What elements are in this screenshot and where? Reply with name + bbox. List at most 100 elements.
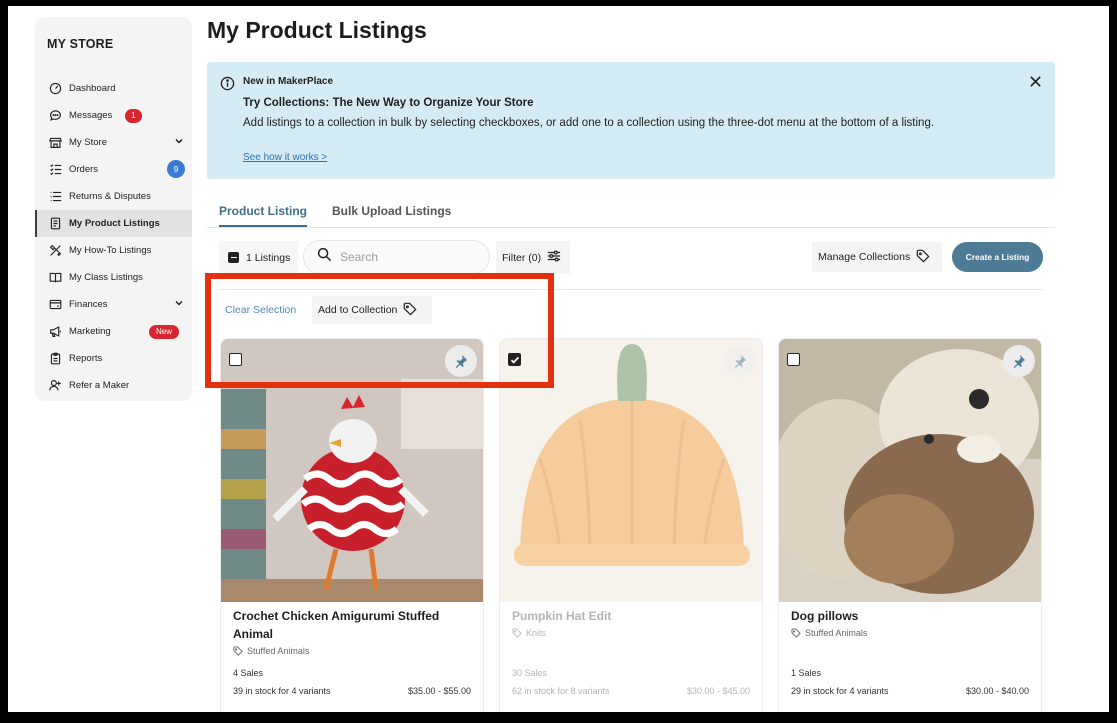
book-icon	[48, 271, 62, 285]
listing-category-label: Stuffed Animals	[805, 628, 868, 638]
tag-icon	[233, 646, 243, 656]
sliders-icon	[541, 249, 561, 266]
listing-toolbar: 1 Listings Filter (0) Manage Collections…	[219, 240, 1043, 290]
sidebar-item-dashboard[interactable]: Dashboard	[35, 75, 192, 102]
listing-checkbox[interactable]	[229, 353, 242, 366]
sidebar-item-label: Orders	[69, 164, 99, 175]
sidebar-item-label: My Product Listings	[69, 218, 160, 229]
marketing-new-badge: New	[149, 324, 179, 339]
tag-icon	[791, 628, 801, 638]
sidebar-item-messages[interactable]: Messages 1	[35, 102, 192, 129]
chevron-down-icon	[174, 298, 184, 311]
listing-category: Stuffed Animals	[233, 646, 309, 656]
sidebar-item-finances[interactable]: Finances	[35, 291, 192, 318]
megaphone-icon	[48, 325, 62, 339]
search-input[interactable]	[340, 250, 470, 264]
tag-icon	[910, 249, 930, 266]
sidebar-item-label: Reports	[69, 353, 103, 364]
sidebar-item-my-store[interactable]: My Store	[35, 129, 192, 156]
listing-tabs: Product Listing Bulk Upload Listings	[207, 196, 1055, 228]
messages-count-badge: 1	[125, 108, 142, 123]
add-to-collection-button[interactable]: Add to Collection	[312, 296, 432, 324]
filter-button[interactable]: Filter (0)	[496, 241, 570, 274]
listing-category-label: Stuffed Animals	[247, 646, 310, 656]
sidebar-item-how-to-listings[interactable]: My How-To Listings	[35, 237, 192, 264]
tab-bulk-upload-listings[interactable]: Bulk Upload Listings	[332, 204, 451, 225]
listing-card[interactable]: Pumpkin Hat Edit Knits 30 Sales 62 in st…	[499, 338, 763, 712]
sidebar-item-label: My How-To Listings	[69, 245, 152, 256]
listing-name: Dog pillows	[791, 609, 859, 623]
sidebar-item-orders[interactable]: Orders 9	[35, 156, 192, 183]
listing-sales: 1 Sales	[791, 668, 822, 678]
tools-icon	[48, 244, 62, 258]
pin-icon[interactable]	[445, 345, 477, 377]
sidebar-item-label: Messages	[69, 110, 113, 121]
search-icon	[317, 247, 340, 267]
chat-icon	[48, 109, 62, 123]
indeterminate-checkbox-icon	[228, 252, 239, 263]
gauge-icon	[48, 82, 62, 96]
orders-count-badge: 9	[167, 160, 185, 178]
manage-collections-label: Manage Collections	[818, 251, 911, 263]
tag-icon	[512, 628, 522, 638]
sidebar-item-label: Dashboard	[69, 83, 116, 94]
pin-icon[interactable]	[1003, 345, 1035, 377]
sidebar-item-label: Finances	[69, 299, 108, 310]
close-icon[interactable]	[1028, 74, 1043, 89]
clear-selection-link[interactable]: Clear Selection	[225, 304, 296, 316]
listing-price: $30.00 - $45.00	[686, 686, 750, 696]
search-box	[303, 240, 490, 274]
info-icon	[220, 76, 235, 91]
storefront-icon	[48, 136, 62, 150]
listing-price: $35.00 - $55.00	[407, 686, 471, 696]
selection-count: 1 Listings	[246, 251, 291, 264]
chevron-down-icon	[174, 136, 184, 149]
product-image	[500, 339, 762, 602]
tag-icon	[397, 302, 417, 319]
product-image	[779, 339, 1041, 602]
pin-icon[interactable]	[724, 345, 756, 377]
listing-category: Stuffed Animals	[791, 628, 867, 638]
sidebar-item-label: Refer a Maker	[69, 380, 130, 391]
listing-checkbox[interactable]	[508, 353, 521, 366]
manage-collections-button[interactable]: Manage Collections	[812, 242, 942, 272]
tab-product-listing[interactable]: Product Listing	[219, 204, 307, 227]
select-all-toggle[interactable]: 1 Listings	[219, 241, 298, 274]
listing-checkbox[interactable]	[787, 353, 800, 366]
listing-stock: 62 in stock for 8 variants	[512, 686, 610, 696]
sidebar-item-reports[interactable]: Reports	[35, 345, 192, 372]
sidebar-item-product-listings[interactable]: My Product Listings	[35, 210, 192, 237]
listing-sales: 4 Sales	[233, 668, 264, 678]
sidebar-item-label: My Class Listings	[69, 272, 143, 283]
banner-kicker: New in MakerPlace	[243, 76, 334, 87]
listing-stock: 29 in stock for 4 variants	[791, 686, 889, 696]
add-to-collection-label: Add to Collection	[318, 304, 398, 316]
sidebar-item-label: Marketing	[69, 326, 111, 337]
page-title: My Product Listings	[207, 17, 427, 43]
banner-heading: Try Collections: The New Way to Organize…	[243, 97, 534, 109]
sidebar-item-label: My Store	[69, 137, 108, 148]
listing-category-label: Knits	[526, 628, 547, 638]
sidebar-item-class-listings[interactable]: My Class Listings	[35, 264, 192, 291]
list-icon	[48, 190, 62, 204]
sidebar-item-refer-maker[interactable]: Refer a Maker	[35, 372, 192, 399]
sidebar-item-marketing[interactable]: Marketing New	[35, 318, 192, 345]
bulk-actions-bar: Clear Selection Add to Collection	[219, 294, 459, 324]
filter-label: Filter (0)	[502, 251, 542, 264]
list-check-icon	[48, 163, 62, 177]
document-icon	[48, 217, 62, 231]
announcement-banner: New in MakerPlace Try Collections: The N…	[207, 62, 1055, 179]
product-image	[221, 339, 483, 602]
see-how-it-works-link[interactable]: See how it works >	[243, 152, 327, 163]
listing-price: $30.00 - $40.00	[965, 686, 1029, 696]
listing-card[interactable]: Crochet Chicken Amigurumi Stuffed Animal…	[220, 338, 484, 712]
listing-stock: 39 in stock for 4 variants	[233, 686, 331, 696]
sidebar-item-returns[interactable]: Returns & Disputes	[35, 183, 192, 210]
listing-name: Pumpkin Hat Edit	[512, 609, 612, 623]
store-title: MY STORE	[47, 37, 114, 51]
create-listing-button[interactable]: Create a Listing	[952, 242, 1043, 272]
listing-card[interactable]: Dog pillows Stuffed Animals 1 Sales 29 i…	[778, 338, 1042, 712]
sidebar-item-label: Returns & Disputes	[69, 191, 151, 202]
wallet-icon	[48, 298, 62, 312]
listing-name: Crochet Chicken Amigurumi Stuffed Animal	[233, 609, 440, 641]
